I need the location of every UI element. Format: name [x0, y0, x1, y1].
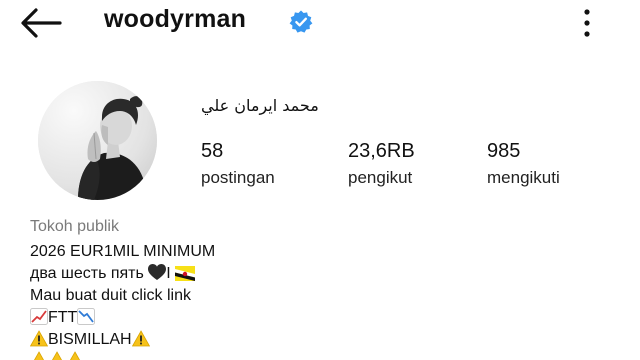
warning-icon [70, 351, 80, 360]
bio-text: BISMILLAH [48, 331, 132, 348]
profile-category: Tokoh publik [30, 218, 119, 235]
followers-number: 23,6RB [348, 140, 415, 162]
bio-text: FTT [48, 309, 78, 326]
following-number: 985 [487, 140, 521, 162]
bio-line: Mau buat duit click link [30, 286, 191, 305]
black-heart-icon [148, 264, 167, 280]
avatar-photo [38, 81, 157, 200]
bio-line: BISMILLAH [30, 330, 150, 349]
bio-line: FTT [30, 308, 96, 327]
followers-label: pengikut [348, 168, 413, 187]
chart-decreasing-icon [77, 308, 96, 325]
more-options-button[interactable] [570, 6, 604, 40]
posts-count[interactable]: 58 postingan [201, 139, 275, 190]
bio-line: 2026 EUR1MIL MINIMUM [30, 242, 215, 261]
warning-icon [131, 330, 150, 347]
posts-number: 58 [201, 140, 224, 162]
posts-label: postingan [201, 168, 275, 187]
following-label: mengikuti [487, 168, 560, 187]
bio-line-partial [30, 351, 84, 360]
more-vertical-icon [584, 9, 590, 37]
profile-full-name: محمد ايرمان علي [201, 96, 319, 115]
bio-text: два шесть пять [30, 265, 144, 282]
profile-username: woodyrman [104, 5, 247, 33]
bio-text: 2026 EUR1MIL MINIMUM [30, 243, 216, 260]
top-bar: woodyrman [0, 0, 640, 46]
warning-icon [34, 351, 44, 360]
following-count[interactable]: 985 mengikuti [487, 139, 560, 190]
chart-increasing-icon [30, 308, 48, 325]
followers-count[interactable]: 23,6RB pengikut [348, 139, 415, 190]
bio-line: два шесть пять I [30, 264, 196, 283]
profile-avatar[interactable] [38, 81, 157, 200]
warning-icon [52, 351, 62, 360]
arrow-left-icon [21, 8, 62, 38]
brunei-flag-icon [175, 266, 196, 281]
back-button[interactable] [18, 6, 64, 40]
bio-bar: I [166, 265, 171, 282]
bio-text: Mau buat duit click link [30, 287, 191, 304]
verified-badge-icon [289, 10, 313, 33]
warning-icon [30, 330, 48, 347]
